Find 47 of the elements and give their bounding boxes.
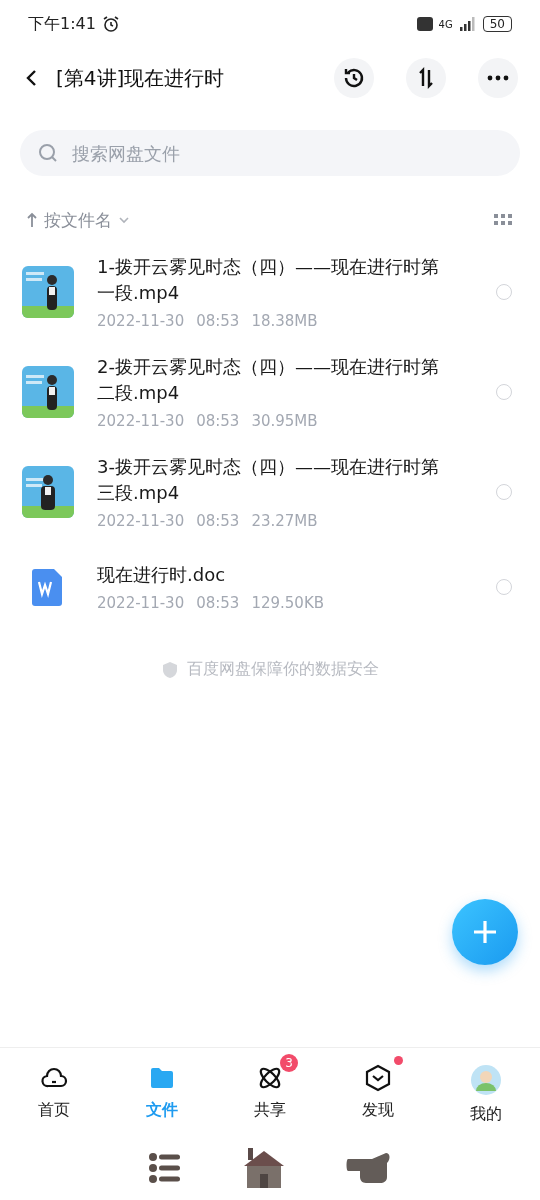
nav-tab[interactable]: 我的 [432,1048,540,1136]
file-time: 08:53 [196,312,240,330]
file-name[interactable]: 1-拨开云雾见时态（四）——现在进行时第一段.mp4 [97,254,449,306]
file-size: 18.38MB [251,312,318,330]
nav-tab[interactable]: 首页 [0,1048,108,1136]
sort-button[interactable] [406,58,446,98]
file-time: 08:53 [196,512,240,530]
status-time: 下午1:41 [28,13,96,35]
plus-icon [471,918,499,946]
security-note: 百度网盘保障你的数据安全 [187,659,379,680]
battery-icon: 50 [482,16,512,32]
file-size: 129.50KB [251,593,325,612]
nav-tab[interactable]: 发现 [324,1048,432,1136]
avatar-icon [470,1064,502,1096]
more-button[interactable] [478,58,518,98]
grid-view-icon[interactable] [494,214,512,226]
file-name[interactable]: 3-拨开云雾见时态（四）——现在进行时第三段.mp4 [97,454,449,506]
file-size: 30.95MB [251,412,318,430]
notification-badge: 3 [280,1054,298,1072]
file-size: 23.27MB [251,512,318,530]
file-time: 08:53 [196,412,240,430]
search-field[interactable]: 搜索网盘文件 [20,130,520,176]
hexagon-icon [364,1064,392,1092]
history-button[interactable] [334,58,374,98]
shield-icon [161,660,179,679]
file-time: 08:53 [196,593,240,612]
file-date: 2022-11-30 [97,412,185,430]
nav-tab[interactable]: 共享 3 [216,1048,324,1136]
add-button[interactable] [452,899,518,965]
file-date: 2022-11-30 [97,593,185,612]
hd-icon [416,17,433,31]
file-name[interactable]: 2-拨开云雾见时态（四）——现在进行时第二段.mp4 [97,354,449,406]
file-name[interactable]: 现在进行时.doc [97,561,449,588]
list-icon[interactable] [148,1151,182,1185]
house-icon[interactable] [242,1146,286,1190]
file-date: 2022-11-30 [97,512,185,530]
more-icon [487,75,509,81]
search-icon [38,143,58,163]
chevron-down-icon [118,216,130,224]
alarm-icon [101,15,120,33]
pointing-hand-icon[interactable] [346,1151,392,1185]
network-type: 4G [438,18,453,30]
up-arrow-icon [26,212,38,228]
file-date: 2022-11-30 [97,312,185,330]
page-title: [第4讲]现在进行时 [56,64,226,92]
signal-icon [458,17,477,31]
history-icon [342,66,366,90]
